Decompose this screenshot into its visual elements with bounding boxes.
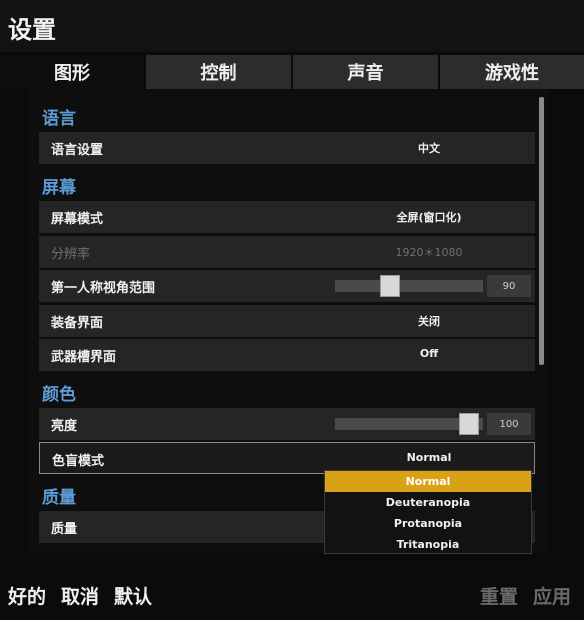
section-heading-language: 语言 (42, 109, 76, 129)
tab-controls[interactable]: 控制 (146, 55, 291, 89)
setting-label: 第一人称视角范围 (51, 281, 156, 296)
dropdown-option-deuteranopia[interactable]: Deuteranopia (325, 492, 531, 513)
tab-bar: 图形 控制 声音 游戏性 (0, 55, 584, 89)
setting-row-fov[interactable]: 第一人称视角范围 90 (39, 270, 535, 302)
fov-slider-thumb[interactable] (380, 275, 400, 297)
setting-row-brightness[interactable]: 亮度 100 (39, 408, 535, 440)
weapon-slot-ui-value[interactable]: Off (339, 347, 519, 360)
dropdown-option-normal[interactable]: Normal (325, 471, 531, 492)
window-title: 设置 (8, 16, 56, 44)
brightness-slider[interactable] (335, 413, 483, 435)
brightness-slider-thumb[interactable] (459, 413, 479, 435)
setting-row-weapon-slot-ui[interactable]: 武器槽界面 Off (39, 339, 535, 371)
brightness-value-box[interactable]: 100 (487, 413, 531, 435)
section-heading-screen: 屏幕 (42, 178, 76, 198)
colorblind-mode-value[interactable]: Normal (326, 451, 532, 464)
tab-sound[interactable]: 声音 (293, 55, 438, 89)
fov-value-box[interactable]: 90 (487, 275, 531, 297)
language-value[interactable]: 中文 (339, 140, 519, 156)
section-heading-color: 颜色 (42, 385, 76, 405)
setting-row-screen-mode[interactable]: 屏幕模式 全屏(窗口化) (39, 201, 535, 233)
cancel-button[interactable]: 取消 (61, 582, 99, 609)
setting-label: 武器槽界面 (51, 350, 117, 365)
screen-mode-value[interactable]: 全屏(窗口化) (339, 209, 519, 225)
reset-button[interactable]: 重置 (480, 582, 518, 609)
setting-row-language[interactable]: 语言设置 中文 (39, 132, 535, 164)
setting-label: 屏幕模式 (51, 212, 104, 227)
section-heading-quality: 质量 (42, 488, 76, 508)
tab-gameplay[interactable]: 游戏性 (440, 55, 584, 89)
title-bar: 设置 (0, 0, 584, 52)
default-button[interactable]: 默认 (114, 582, 152, 609)
settings-scrollbar[interactable] (539, 97, 544, 365)
tab-graphics[interactable]: 图形 (0, 55, 144, 89)
dropdown-option-tritanopia[interactable]: Tritanopia (325, 534, 531, 555)
ok-button[interactable]: 好的 (8, 582, 46, 609)
fov-slider[interactable] (335, 275, 483, 297)
setting-label: 分辨率 (51, 247, 91, 262)
setting-row-inventory-ui[interactable]: 装备界面 关闭 (39, 305, 535, 337)
setting-label: 亮度 (51, 419, 78, 434)
setting-label: 色盲模式 (52, 454, 105, 469)
dropdown-option-protanopia[interactable]: Protanopia (325, 513, 531, 534)
setting-label: 语言设置 (51, 143, 104, 158)
setting-label: 质量 (51, 522, 78, 537)
inventory-ui-value[interactable]: 关闭 (339, 313, 519, 329)
apply-button[interactable]: 应用 (533, 582, 571, 609)
colorblind-mode-dropdown[interactable]: Normal Deuteranopia Protanopia Tritanopi… (324, 470, 532, 554)
setting-row-resolution: 分辨率 1920＊1080 (39, 236, 535, 268)
setting-label: 装备界面 (51, 316, 104, 331)
resolution-value: 1920＊1080 (395, 246, 463, 259)
